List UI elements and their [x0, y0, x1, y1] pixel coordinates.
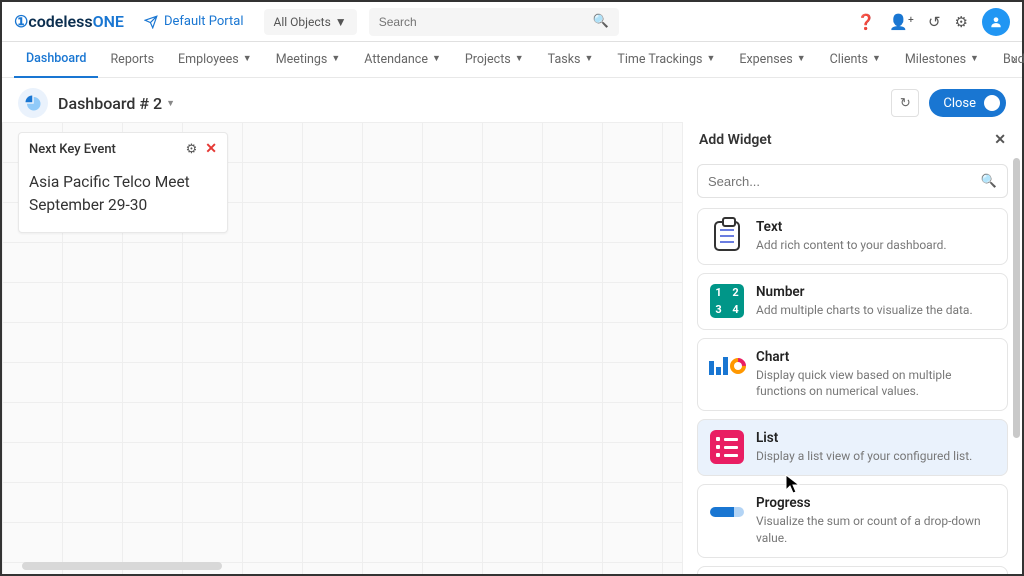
widget-option-progress[interactable]: Progress Visualize the sum or count of a…: [697, 484, 1008, 558]
clipboard-icon: [714, 221, 740, 251]
nav-expenses[interactable]: Expenses▼: [727, 42, 817, 78]
nav-bar: Dashboard Reports Employees▼ Meetings▼ A…: [2, 42, 1022, 78]
widget-option-list[interactable]: List Display a list view of your configu…: [697, 419, 1008, 476]
panel-scrollbar[interactable]: [1013, 158, 1020, 534]
nav-budgets[interactable]: Budgets▼: [991, 42, 1024, 78]
global-search[interactable]: 🔍: [369, 8, 619, 36]
close-toggle[interactable]: Close: [929, 89, 1006, 117]
chevron-down-icon: ▼: [970, 55, 979, 64]
nav-attendance[interactable]: Attendance▼: [352, 42, 453, 78]
chevron-down-icon: ▼: [515, 55, 524, 64]
widget-option-gauge[interactable]: Gauge: [697, 566, 1008, 574]
history-icon[interactable]: ↺: [928, 13, 941, 31]
horizontal-scrollbar[interactable]: [22, 562, 222, 570]
chart-icon: [709, 357, 746, 375]
search-icon: 🔍: [981, 174, 997, 189]
portal-selector[interactable]: Default Portal: [136, 10, 252, 33]
chevron-down-icon: ▼: [331, 55, 340, 64]
add-user-icon[interactable]: 👤⁺: [889, 13, 914, 31]
widget-title: Next Key Event: [29, 142, 186, 157]
panel-title: Add Widget: [699, 132, 772, 148]
portal-label: Default Portal: [164, 14, 244, 29]
nav-clients[interactable]: Clients▼: [818, 42, 893, 78]
gear-icon[interactable]: ⚙: [186, 142, 198, 157]
chevron-down-icon: ▼: [872, 55, 881, 64]
panel-search[interactable]: 🔍: [697, 164, 1008, 198]
dashboard-icon: [18, 88, 48, 118]
refresh-button[interactable]: ↻: [891, 89, 919, 117]
nav-tasks[interactable]: Tasks▼: [536, 42, 606, 78]
nav-meetings[interactable]: Meetings▼: [264, 42, 353, 78]
logo[interactable]: ①codelessONE: [14, 12, 124, 31]
nav-reports[interactable]: Reports: [98, 42, 166, 78]
global-search-input[interactable]: [379, 15, 593, 29]
nav-scroll-right[interactable]: ›: [1012, 52, 1016, 67]
title-row: Dashboard # 2 ▼ ↻ Close: [2, 78, 1022, 128]
chevron-down-icon: ▼: [243, 55, 252, 64]
number-grid-icon: 1234: [710, 284, 744, 318]
chevron-down-icon: ▼: [166, 98, 175, 109]
chevron-down-icon: ▼: [335, 15, 347, 29]
help-icon[interactable]: ❓: [857, 13, 876, 31]
toggle-knob: [984, 95, 1000, 111]
add-widget-panel: Add Widget ✕ 🔍 Text Add rich content to …: [682, 122, 1022, 574]
page-title[interactable]: Dashboard # 2 ▼: [58, 94, 175, 113]
widget-next-key-event[interactable]: Next Key Event ⚙ ✕ Asia Pacific Telco Me…: [18, 132, 228, 233]
widget-option-text[interactable]: Text Add rich content to your dashboard.: [697, 208, 1008, 265]
avatar[interactable]: [982, 8, 1010, 36]
nav-employees[interactable]: Employees▼: [166, 42, 264, 78]
nav-dashboard[interactable]: Dashboard: [14, 42, 98, 78]
nav-time-trackings[interactable]: Time Trackings▼: [605, 42, 727, 78]
chevron-down-icon: ▼: [432, 55, 441, 64]
user-icon: [989, 15, 1003, 29]
widget-body: Asia Pacific Telco Meet September 29-30: [19, 165, 227, 232]
close-icon[interactable]: ✕: [994, 132, 1006, 148]
nav-projects[interactable]: Projects▼: [453, 42, 536, 78]
send-icon: [144, 15, 158, 29]
nav-milestones[interactable]: Milestones▼: [893, 42, 991, 78]
panel-search-input[interactable]: [708, 174, 981, 189]
chevron-down-icon: ▼: [584, 55, 593, 64]
widget-option-number[interactable]: 1234 Number Add multiple charts to visua…: [697, 273, 1008, 330]
all-objects-dropdown[interactable]: All Objects ▼: [264, 9, 357, 35]
chevron-down-icon: ▼: [797, 55, 806, 64]
chevron-down-icon: ▼: [706, 55, 715, 64]
top-bar: ①codelessONE Default Portal All Objects …: [2, 2, 1022, 42]
gear-icon[interactable]: ⚙: [955, 13, 968, 31]
progress-icon: [710, 507, 744, 517]
dashboard-canvas[interactable]: Next Key Event ⚙ ✕ Asia Pacific Telco Me…: [2, 122, 682, 574]
list-icon: [710, 430, 744, 464]
search-icon: 🔍: [593, 14, 609, 29]
widget-option-chart[interactable]: Chart Display quick view based on multip…: [697, 338, 1008, 412]
close-icon[interactable]: ✕: [205, 141, 217, 157]
